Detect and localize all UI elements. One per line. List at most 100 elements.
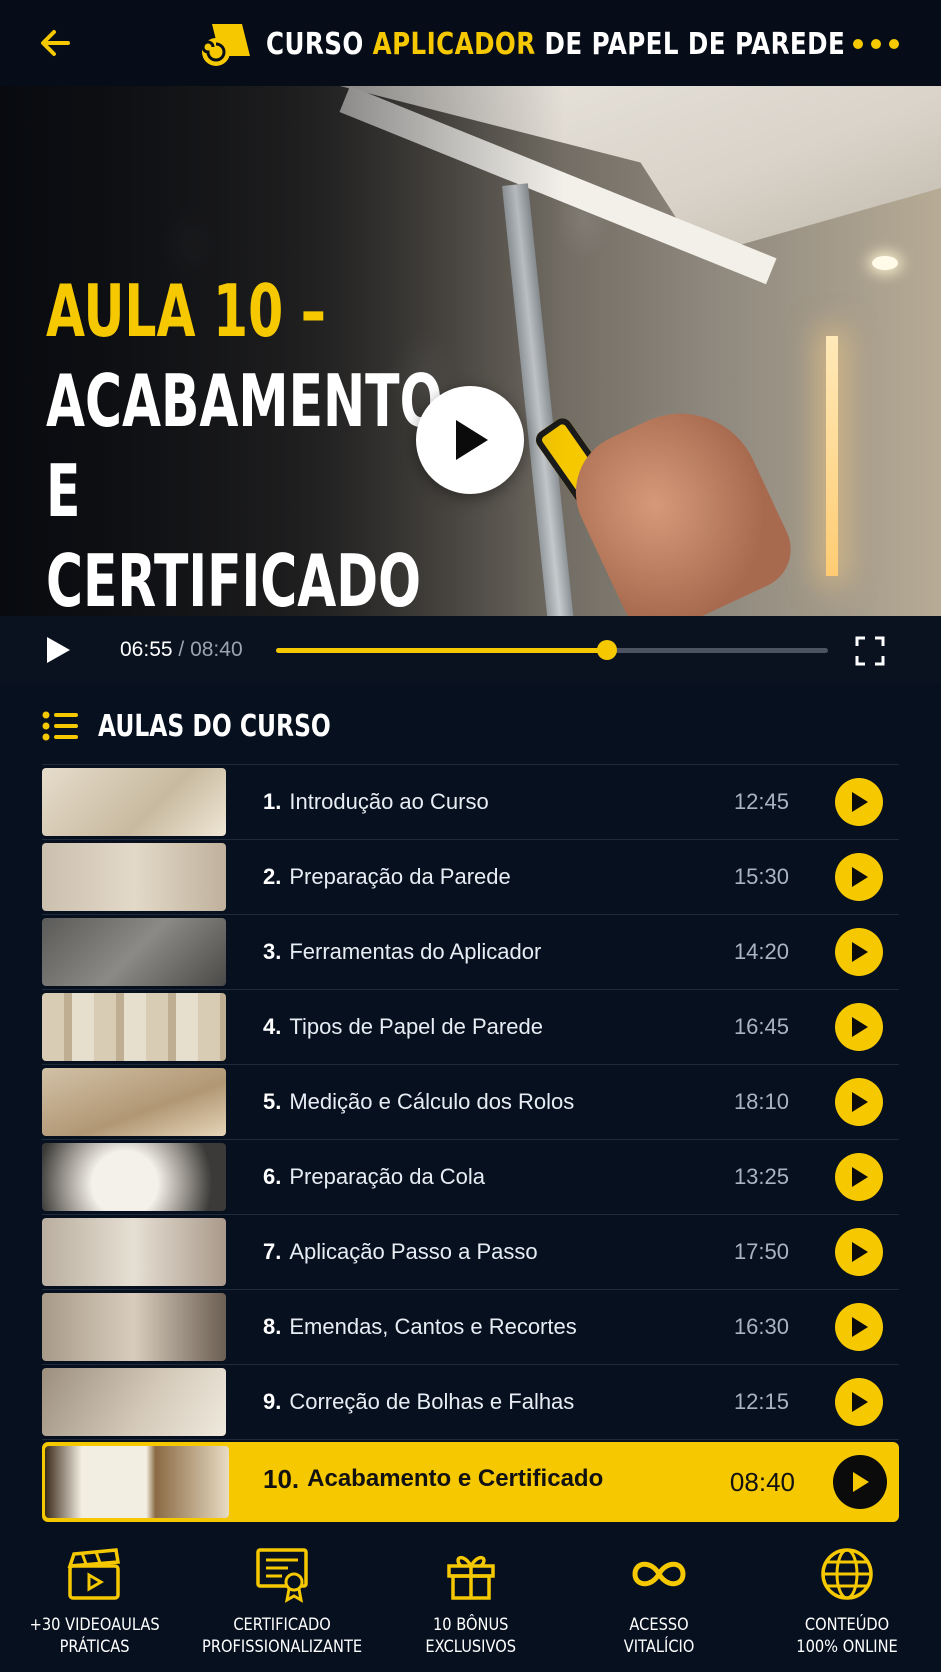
- lesson-play-button[interactable]: [835, 1003, 883, 1051]
- lesson-duration: 15:30: [733, 864, 789, 889]
- lesson-thumbnail: [45, 1446, 229, 1518]
- lesson-number: 10.: [263, 1463, 300, 1494]
- lesson-thumbnail: [42, 993, 226, 1061]
- video-player[interactable]: AULA 10 – ACABAMENTO E CERTIFICADO: [0, 86, 941, 616]
- infinity-icon: [632, 1561, 686, 1587]
- globe-icon: [821, 1548, 873, 1600]
- arrow-left-icon: [41, 30, 70, 56]
- lesson-name: 4. Tipos de Papel de Parede: [263, 990, 543, 1064]
- feature-label: CERTIFICADO PROFISSIONALIZANTE: [202, 1615, 363, 1657]
- play-icon: [852, 1167, 868, 1187]
- lesson-name: 3. Ferramentas do Aplicador: [263, 915, 541, 989]
- course-features: +30 VIDEOAULAS PRÁTICAS CERTIFICADO PROF…: [0, 1526, 941, 1672]
- lesson-row[interactable]: 4. Tipos de Papel de Parede 16:45: [42, 990, 899, 1065]
- lesson-row[interactable]: 7. Aplicação Passo a Passo 17:50: [42, 1215, 899, 1290]
- feature-item: ACESSO VITALÍCIO: [565, 1526, 753, 1672]
- lesson-number: AULA 10 –: [46, 269, 326, 353]
- video-controls: 06:55 / 08:40: [0, 616, 941, 684]
- lesson-title: ACABAMENTO E CERTIFICADO: [46, 359, 443, 616]
- lesson-title: Emendas, Cantos e Recortes: [289, 1314, 577, 1339]
- feature-label: ACESSO VITALÍCIO: [623, 1615, 695, 1657]
- lesson-heading: AULA 10 – ACABAMENTO E CERTIFICADO: [46, 266, 443, 616]
- lesson-play-button[interactable]: [833, 1455, 887, 1509]
- lesson-play-button[interactable]: [835, 1153, 883, 1201]
- app-title: CURSO APLICADOR DE PAPEL DE PAREDE: [266, 26, 846, 62]
- lesson-thumbnail: [42, 768, 226, 836]
- back-button[interactable]: [38, 26, 78, 62]
- section-title: AULAS DO CURSO: [98, 708, 331, 744]
- lesson-name: 10. Acabamento e Certificado: [263, 1442, 603, 1516]
- lesson-title: Correção de Bolhas e Falhas: [289, 1389, 575, 1414]
- play-icon: [853, 1472, 869, 1492]
- lesson-name: 2. Preparação da Parede: [263, 840, 511, 914]
- lesson-play-button[interactable]: [835, 928, 883, 976]
- lesson-row[interactable]: 9. Correção de Bolhas e Falhas 12:15: [42, 1365, 899, 1440]
- lesson-duration: 16:45: [733, 1014, 789, 1039]
- current-time: 06:55: [120, 638, 173, 661]
- clapperboard-icon: [67, 1548, 121, 1600]
- lesson-number: 1.: [263, 789, 282, 814]
- lesson-thumbnail: [42, 843, 226, 911]
- lesson-name: 5. Medição e Cálculo dos Rolos: [263, 1065, 574, 1139]
- play-icon: [47, 637, 70, 663]
- lesson-play-button[interactable]: [835, 1228, 883, 1276]
- lesson-play-button[interactable]: [835, 1078, 883, 1126]
- play-pause-button[interactable]: [42, 634, 74, 666]
- lesson-number: 7.: [263, 1239, 282, 1264]
- brand: CURSO APLICADOR DE PAPEL DE PAREDE: [198, 16, 941, 72]
- wallpaper-roll-logo-icon: [201, 24, 250, 66]
- lesson-play-button[interactable]: [835, 853, 883, 901]
- lesson-title: Acabamento e Certificado: [307, 1465, 604, 1492]
- feature-item: 10 BÔNUS EXCLUSIVOS: [376, 1526, 564, 1672]
- lesson-title: Ferramentas do Aplicador: [289, 939, 542, 964]
- feature-label: +30 VIDEOAULAS PRÁTICAS: [29, 1615, 160, 1657]
- lesson-row[interactable]: 5. Medição e Cálculo dos Rolos 18:10: [42, 1065, 899, 1140]
- progress-handle[interactable]: [597, 640, 618, 660]
- lesson-play-button[interactable]: [835, 778, 883, 826]
- lesson-play-button[interactable]: [835, 1303, 883, 1351]
- lesson-thumbnail: [42, 918, 226, 986]
- lesson-number: 8.: [263, 1314, 282, 1339]
- lesson-title: Preparação da Parede: [289, 864, 511, 889]
- lesson-play-button[interactable]: [835, 1378, 883, 1426]
- lesson-row[interactable]: 2. Preparação da Parede 15:30: [42, 840, 899, 915]
- lesson-duration: 18:10: [733, 1089, 789, 1114]
- total-time: 08:40: [190, 638, 243, 661]
- lesson-list: 1. Introdução ao Curso 12:45 2. Preparação…: [42, 764, 899, 1522]
- lesson-duration: 16:30: [733, 1314, 789, 1339]
- lesson-duration: 14:20: [733, 939, 789, 964]
- big-play-button[interactable]: [416, 386, 524, 494]
- lesson-title: Medição e Cálculo dos Rolos: [289, 1089, 575, 1114]
- lesson-row[interactable]: 8. Emendas, Cantos e Recortes 16:30: [42, 1290, 899, 1365]
- lesson-number: 5.: [263, 1089, 282, 1114]
- lesson-number: 6.: [263, 1164, 282, 1189]
- time-separator: /: [172, 638, 191, 661]
- fullscreen-icon: [855, 636, 885, 666]
- play-icon: [852, 1317, 868, 1337]
- play-icon: [852, 1392, 868, 1412]
- progress-bar[interactable]: [276, 640, 828, 660]
- lesson-thumbnail: [42, 1368, 226, 1436]
- lesson-row[interactable]: 10. Acabamento e Certificado 08:40: [42, 1442, 899, 1522]
- lesson-duration: 12:15: [733, 1389, 789, 1414]
- lesson-number: 4.: [263, 1014, 282, 1039]
- feature-label: 10 BÔNUS EXCLUSIVOS: [425, 1615, 516, 1657]
- play-icon: [852, 867, 868, 887]
- lesson-row[interactable]: 1. Introdução ao Curso 12:45: [42, 764, 899, 840]
- lesson-thumbnail: [42, 1293, 226, 1361]
- play-icon: [852, 942, 868, 962]
- lesson-duration: 13:25: [733, 1164, 789, 1189]
- gift-icon: [446, 1555, 495, 1600]
- lesson-name: 6. Preparação da Cola: [263, 1140, 485, 1214]
- certificate-icon: [256, 1548, 309, 1603]
- lesson-duration: 12:45: [733, 789, 789, 814]
- lessons-section-header: AULAS DO CURSO: [42, 706, 396, 746]
- lesson-name: 7. Aplicação Passo a Passo: [263, 1215, 538, 1289]
- more-options-button[interactable]: [851, 32, 901, 56]
- fullscreen-button[interactable]: [855, 636, 885, 666]
- feature-item: CONTEÚDO 100% ONLINE: [753, 1526, 941, 1672]
- play-icon: [456, 420, 488, 460]
- lesson-row[interactable]: 6. Preparação da Cola 13:25: [42, 1140, 899, 1215]
- lesson-row[interactable]: 3. Ferramentas do Aplicador 14:20: [42, 915, 899, 990]
- lesson-name: 1. Introdução ao Curso: [263, 765, 489, 839]
